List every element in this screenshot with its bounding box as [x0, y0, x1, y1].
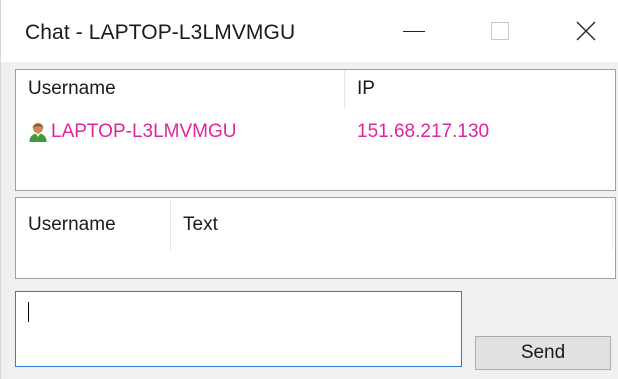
list-item[interactable]: LAPTOP-L3LMVMGU 151.68.217.130 — [16, 114, 615, 150]
column-header-label: Username — [28, 78, 116, 99]
column-header-text[interactable]: Text — [171, 200, 613, 250]
column-header-label: Username — [28, 214, 116, 235]
column-header-label: IP — [357, 78, 375, 99]
column-header-label: Text — [183, 214, 218, 235]
user-ip-cell: 151.68.217.130 — [357, 114, 489, 150]
column-header-username[interactable]: Username — [16, 70, 345, 108]
message-input[interactable] — [15, 291, 462, 367]
user-name-cell: LAPTOP-L3LMVMGU — [28, 114, 236, 150]
close-button[interactable] — [558, 8, 614, 54]
title-bar[interactable]: Chat - LAPTOP-L3LMVMGU — [1, 0, 618, 62]
maximize-icon — [491, 22, 509, 40]
user-icon — [29, 122, 47, 142]
minimize-icon — [403, 30, 425, 32]
messages-list[interactable]: Username Text — [15, 197, 616, 279]
send-button[interactable]: Send — [475, 336, 611, 370]
minimize-button[interactable] — [386, 8, 442, 54]
maximize-button[interactable] — [472, 8, 528, 54]
column-header-username[interactable]: Username — [16, 200, 171, 250]
users-list[interactable]: Username IP LAPTOP-L3LMVMGU 151.68.217.1… — [15, 69, 616, 191]
chat-window: Chat - LAPTOP-L3LMVMGU Username IP LAPTO… — [0, 0, 618, 379]
column-header-ip[interactable]: IP — [345, 70, 615, 108]
text-caret — [28, 302, 29, 322]
window-title: Chat - LAPTOP-L3LMVMGU — [25, 21, 296, 44]
user-name: LAPTOP-L3LMVMGU — [51, 121, 237, 142]
close-icon — [576, 21, 596, 41]
user-ip: 151.68.217.130 — [357, 121, 490, 142]
